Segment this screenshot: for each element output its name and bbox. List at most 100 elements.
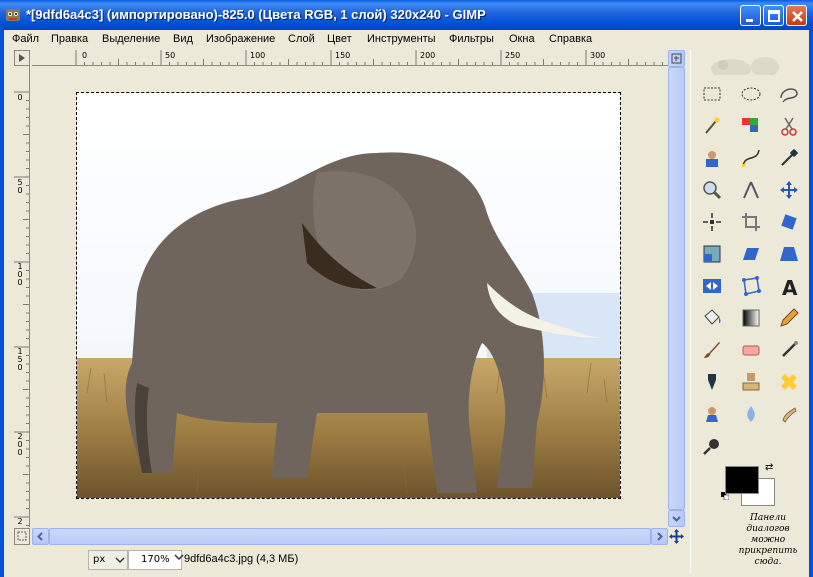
perspective-clone-icon[interactable]	[699, 401, 725, 427]
select-by-color-icon[interactable]	[738, 113, 764, 139]
menu-view[interactable]: Вид	[173, 33, 193, 45]
color-picker-icon[interactable]	[776, 145, 802, 171]
ruler-label: 50	[165, 51, 176, 60]
rotate-icon[interactable]	[776, 209, 802, 235]
menu-windows[interactable]: Окна	[509, 33, 535, 45]
ruler-label: 250	[505, 51, 521, 60]
ruler-ticks	[14, 91, 29, 526]
menu-edit[interactable]: Правка	[51, 33, 88, 45]
dodge-burn-icon[interactable]	[699, 433, 725, 459]
align-icon[interactable]	[699, 209, 725, 235]
chevron-down-icon	[115, 557, 125, 564]
quick-mask-icon	[17, 531, 27, 541]
menu-file[interactable]: Файл	[12, 33, 39, 45]
move-icon[interactable]	[776, 177, 802, 203]
paintbrush-icon[interactable]	[699, 337, 725, 363]
zoom-value: 170%	[141, 554, 170, 565]
chevron-down-icon[interactable]	[174, 554, 184, 562]
menu-filters[interactable]: Фильтры	[449, 33, 494, 45]
menu-bar: Файл Правка Выделение Вид Изображение Сл…	[0, 30, 813, 49]
menu-help[interactable]: Справка	[549, 33, 592, 45]
ruler-label: 1 5 0	[17, 347, 23, 372]
gimp-app-icon[interactable]	[5, 7, 21, 23]
chevron-right-icon	[657, 532, 663, 541]
scroll-left-button[interactable]	[32, 528, 49, 545]
elephant-image	[77, 93, 620, 498]
ruler-label: 100	[250, 51, 266, 60]
horizontal-scroll-thumb[interactable]	[49, 528, 651, 545]
scroll-down-button[interactable]	[668, 510, 685, 527]
bucket-fill-icon[interactable]	[699, 305, 725, 331]
dock-hint: Панели диалогов можно прикрепить сюда.	[738, 513, 798, 567]
free-select-icon[interactable]	[776, 81, 802, 107]
scroll-right-button[interactable]	[651, 528, 668, 545]
clone-icon[interactable]	[738, 369, 764, 395]
vertical-ruler[interactable]: 0 5 0 1 0 0 1 5 0 2 0 0 2	[14, 66, 30, 527]
ruler-label: 2	[17, 517, 23, 526]
window-border-left	[0, 30, 4, 577]
paths-icon[interactable]	[738, 145, 764, 171]
maximize-button[interactable]	[763, 5, 784, 26]
scale-icon[interactable]	[699, 241, 725, 267]
pencil-icon[interactable]	[776, 305, 802, 331]
vertical-scroll-thumb[interactable]	[668, 67, 685, 510]
perspective-icon[interactable]	[776, 241, 802, 267]
ruler-label: 5 0	[17, 178, 23, 195]
menu-layer[interactable]: Слой	[288, 33, 315, 45]
cage-icon[interactable]	[738, 273, 764, 299]
triangle-right-icon	[19, 54, 25, 62]
horizontal-ruler[interactable]: 0 50 100 150 200 250 300	[32, 50, 668, 66]
foreground-select-icon[interactable]	[699, 145, 725, 171]
menu-select[interactable]: Выделение	[102, 33, 160, 45]
window-title: *[9dfd6a4c3] (импортировано)-825.0 (Цвет…	[26, 7, 486, 22]
heal-icon[interactable]	[776, 369, 802, 395]
ruler-label: 0	[82, 51, 88, 60]
measure-icon[interactable]	[738, 177, 764, 203]
menu-tools[interactable]: Инструменты	[367, 33, 436, 45]
navigation-button[interactable]	[668, 528, 685, 545]
scroll-up-button[interactable]	[668, 50, 685, 67]
menu-colors[interactable]: Цвет	[327, 33, 352, 45]
close-button[interactable]	[786, 5, 807, 26]
ellipse-select-icon[interactable]	[738, 81, 764, 107]
image-canvas[interactable]	[32, 66, 668, 527]
unit-selector[interactable]: px	[88, 550, 128, 570]
ruler-label: 200	[420, 51, 436, 60]
rect-select-icon[interactable]	[699, 81, 725, 107]
scissors-icon[interactable]	[776, 113, 802, 139]
eraser-icon[interactable]	[738, 337, 764, 363]
shear-icon[interactable]	[738, 241, 764, 267]
text-icon[interactable]: A	[776, 273, 802, 299]
window-border-right	[809, 30, 813, 577]
ink-icon[interactable]	[699, 369, 725, 395]
navigate-icon	[669, 529, 684, 544]
wilber-drop-area[interactable]	[697, 53, 803, 75]
unit-value: px	[93, 554, 106, 565]
ruler-label: 2 0 0	[17, 432, 23, 457]
swap-colors-icon[interactable]: ⇄	[765, 462, 773, 473]
minimize-button[interactable]	[740, 5, 761, 26]
layer-boundary[interactable]	[76, 92, 621, 499]
ruler-label: 300	[590, 51, 606, 60]
smudge-icon[interactable]	[776, 401, 802, 427]
color-area: ⇄	[721, 462, 779, 508]
blend-icon[interactable]	[738, 305, 764, 331]
ruler-label: 150	[335, 51, 351, 60]
airbrush-icon[interactable]	[776, 337, 802, 363]
maximize-icon	[768, 10, 780, 22]
flip-icon[interactable]	[699, 273, 725, 299]
vertical-scrollbar[interactable]	[668, 50, 685, 527]
zoom-icon[interactable]	[699, 177, 725, 203]
fuzzy-select-icon[interactable]	[699, 113, 725, 139]
file-info: 9dfd6a4c3.jpg (4,3 МБ)	[184, 553, 299, 565]
ruler-label: 1 0 0	[17, 262, 23, 287]
blur-icon[interactable]	[738, 401, 764, 427]
status-bar: px 170% 9dfd6a4c3.jpg (4,3 МБ)	[4, 546, 690, 573]
horizontal-scrollbar[interactable]	[32, 528, 668, 545]
foreground-color[interactable]	[725, 466, 759, 494]
quick-mask-button[interactable]	[14, 528, 30, 545]
crop-icon[interactable]	[738, 209, 764, 235]
ruler-label: 0	[17, 93, 23, 102]
menu-arrow-button[interactable]	[14, 50, 30, 66]
menu-image[interactable]: Изображение	[206, 33, 275, 45]
